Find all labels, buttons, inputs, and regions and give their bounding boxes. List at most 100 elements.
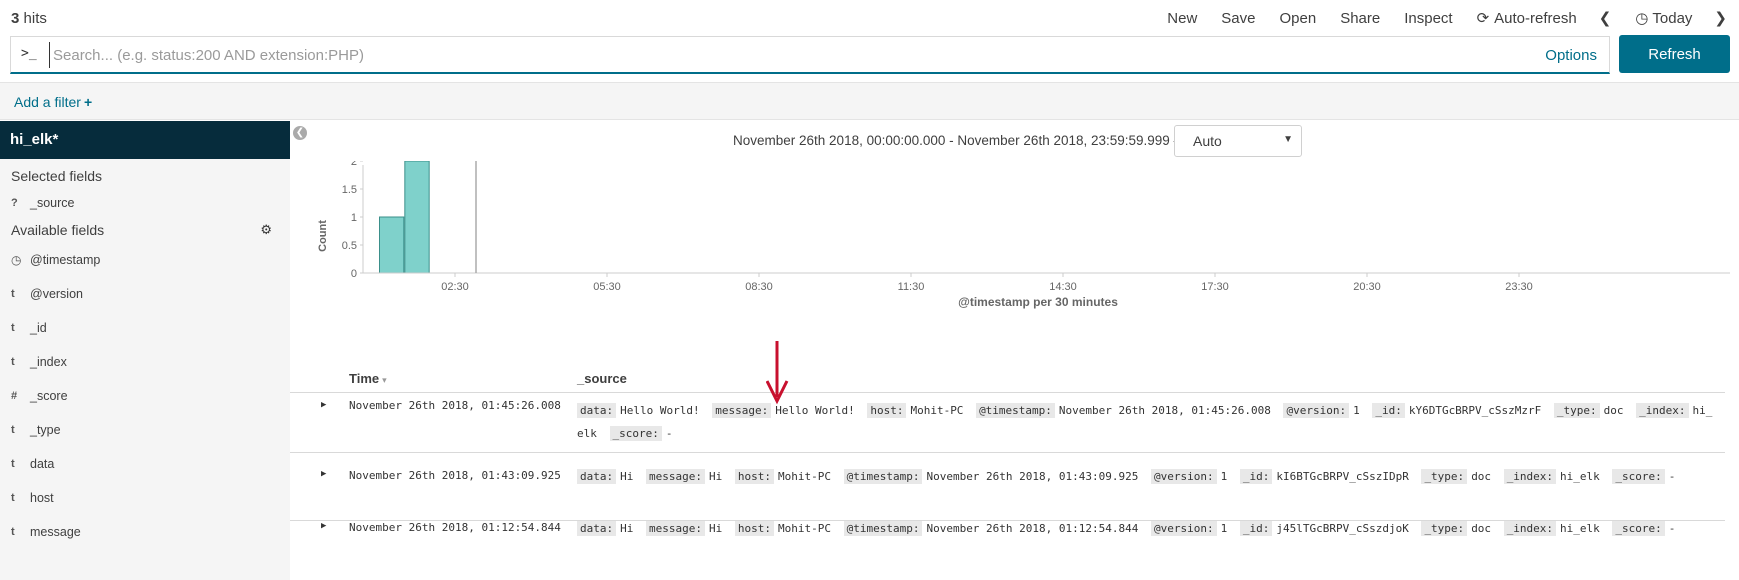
field-value: Mohit-PC [910,404,964,417]
collapse-sidebar-icon[interactable]: ❮ [293,126,307,140]
y-tick-label: 0 [351,268,357,280]
expand-row-icon[interactable]: ▶ [321,469,326,479]
field-value: - [1668,522,1676,535]
unknown-type-icon: ? [11,197,18,209]
field-name: _source [30,196,75,210]
x-tick-label: 05:30 [593,281,621,293]
row-time: November 26th 2018, 01:12:54.844 [349,521,561,534]
clock-icon: ◷ [1635,10,1649,27]
new-button[interactable]: New [1167,10,1197,27]
histogram-bar[interactable] [379,216,405,274]
add-filter-link[interactable]: Add a filter + [14,94,92,110]
field-value: Hi [708,522,723,535]
field-item-score[interactable]: # _score [0,379,290,413]
field-value: kI6BTGcBRPV_cSszIDpR [1276,470,1409,483]
string-type-icon: t [11,424,15,436]
clock-icon: ◷ [11,253,22,267]
row-time: November 26th 2018, 01:45:26.008 [349,399,561,412]
x-axis: 02:30 05:30 08:30 11:30 14:30 17:30 20:30 23:30 [441,273,1533,293]
save-button[interactable]: Save [1221,10,1255,27]
sort-icon[interactable]: ▾ [382,375,387,385]
field-item-host[interactable]: t host [0,481,290,515]
field-value: 1 [1353,404,1360,417]
chevron-down-icon: ▼ [1283,134,1293,145]
field-value: Mohit-PC [777,470,831,483]
field-name: _id [30,321,47,335]
field-value: doc [1471,522,1492,535]
field-item-type[interactable]: t _type [0,413,290,447]
hit-count-number: 3 [11,10,20,27]
y-axis-label: Count [317,220,329,252]
auto-refresh-button[interactable]: ⟳ Auto-refresh [1477,9,1577,27]
field-item-version[interactable]: t @version [0,277,290,311]
refresh-button[interactable]: Refresh [1619,35,1730,73]
field-key: message: [646,521,705,536]
field-name: message [30,525,81,539]
field-item-data[interactable]: t data [0,447,290,481]
field-value: November 26th 2018, 01:45:26.008 [1058,404,1271,417]
table-row: ▶ November 26th 2018, 01:12:54.844 data:… [290,521,1725,580]
field-value: Hello World! [620,404,700,417]
inspect-button[interactable]: Inspect [1404,10,1452,27]
field-key: @timestamp: [843,469,923,484]
x-axis-label: @timestamp per 30 minutes [958,295,1118,309]
search-input[interactable] [49,42,1529,68]
time-column-header[interactable]: Time ▾ [349,371,387,386]
field-key: _id: [1372,403,1405,418]
gear-icon[interactable]: ⚙ [260,217,272,243]
field-value: - [1668,470,1676,483]
selected-fields-title: Selected fields [11,168,103,184]
open-button[interactable]: Open [1279,10,1316,27]
field-name: _score [30,389,68,403]
field-key: @version: [1151,469,1217,484]
time-column-label: Time [349,371,380,386]
field-item-message[interactable]: t message [0,515,290,549]
field-key: @version: [1151,521,1217,536]
hit-count: 3 hits [11,10,47,27]
field-key: _index: [1636,403,1689,418]
field-item-source[interactable]: ? _source [0,189,290,217]
chevron-right-icon[interactable]: ❯ [1714,9,1727,27]
field-value: 1 [1220,522,1228,535]
add-filter-label: Add a filter [14,94,81,110]
field-key: host: [734,469,774,484]
bars [379,161,430,274]
time-picker-button[interactable]: ◷ Today [1635,9,1692,27]
index-pattern-title[interactable]: hi_elk* [0,121,290,159]
field-item-timestamp[interactable]: ◷ @timestamp [0,243,290,277]
string-type-icon: t [11,492,15,504]
histogram-chart: 0 0.5 1 1.5 2 02:30 05:30 08:30 11:30 14:30 17:30… [317,161,1730,309]
expand-row-icon[interactable]: ▶ [321,400,326,410]
number-type-icon: # [11,390,18,402]
field-name: _index [30,355,67,369]
field-key: _type: [1421,521,1468,536]
histogram-bar[interactable] [404,161,430,274]
interval-select[interactable]: Auto ▼ [1174,125,1302,157]
time-picker-label: Today [1652,10,1693,27]
row-source: data: Hi message: Hi host: Mohit-PC @timest… [577,517,1717,540]
field-key: message: [646,469,705,484]
field-value: November 26th 2018, 01:43:09.925 [926,470,1139,483]
y-tick-label: 1 [351,212,357,224]
available-fields-title: Available fields ⚙ [0,217,290,243]
y-tick-label: 1.5 [342,184,357,196]
share-button[interactable]: Share [1340,10,1380,27]
field-key: _index: [1503,521,1557,536]
options-link[interactable]: Options [1545,47,1597,64]
field-item-id[interactable]: t _id [0,311,290,345]
field-value: hi_elk [1560,522,1600,535]
y-axis: 0 0.5 1 1.5 2 [342,161,363,280]
field-item-index[interactable]: t _index [0,345,290,379]
field-key: @version: [1283,403,1350,418]
string-type-icon: t [11,322,15,334]
x-tick-label: 20:30 [1353,281,1381,293]
field-key: data: [577,469,617,484]
auto-refresh-label: Auto-refresh [1494,10,1577,27]
field-key: _index: [1503,469,1557,484]
chevron-left-icon[interactable]: ❮ [1599,9,1612,27]
top-bar: 3 hits New Save Open Share Inspect ⟳ Auto… [0,0,1739,38]
expand-row-icon[interactable]: ▶ [321,521,326,531]
query-bar: >_ Options [10,36,1610,74]
x-tick-label: 17:30 [1201,281,1229,293]
field-key: _score: [1612,469,1665,484]
